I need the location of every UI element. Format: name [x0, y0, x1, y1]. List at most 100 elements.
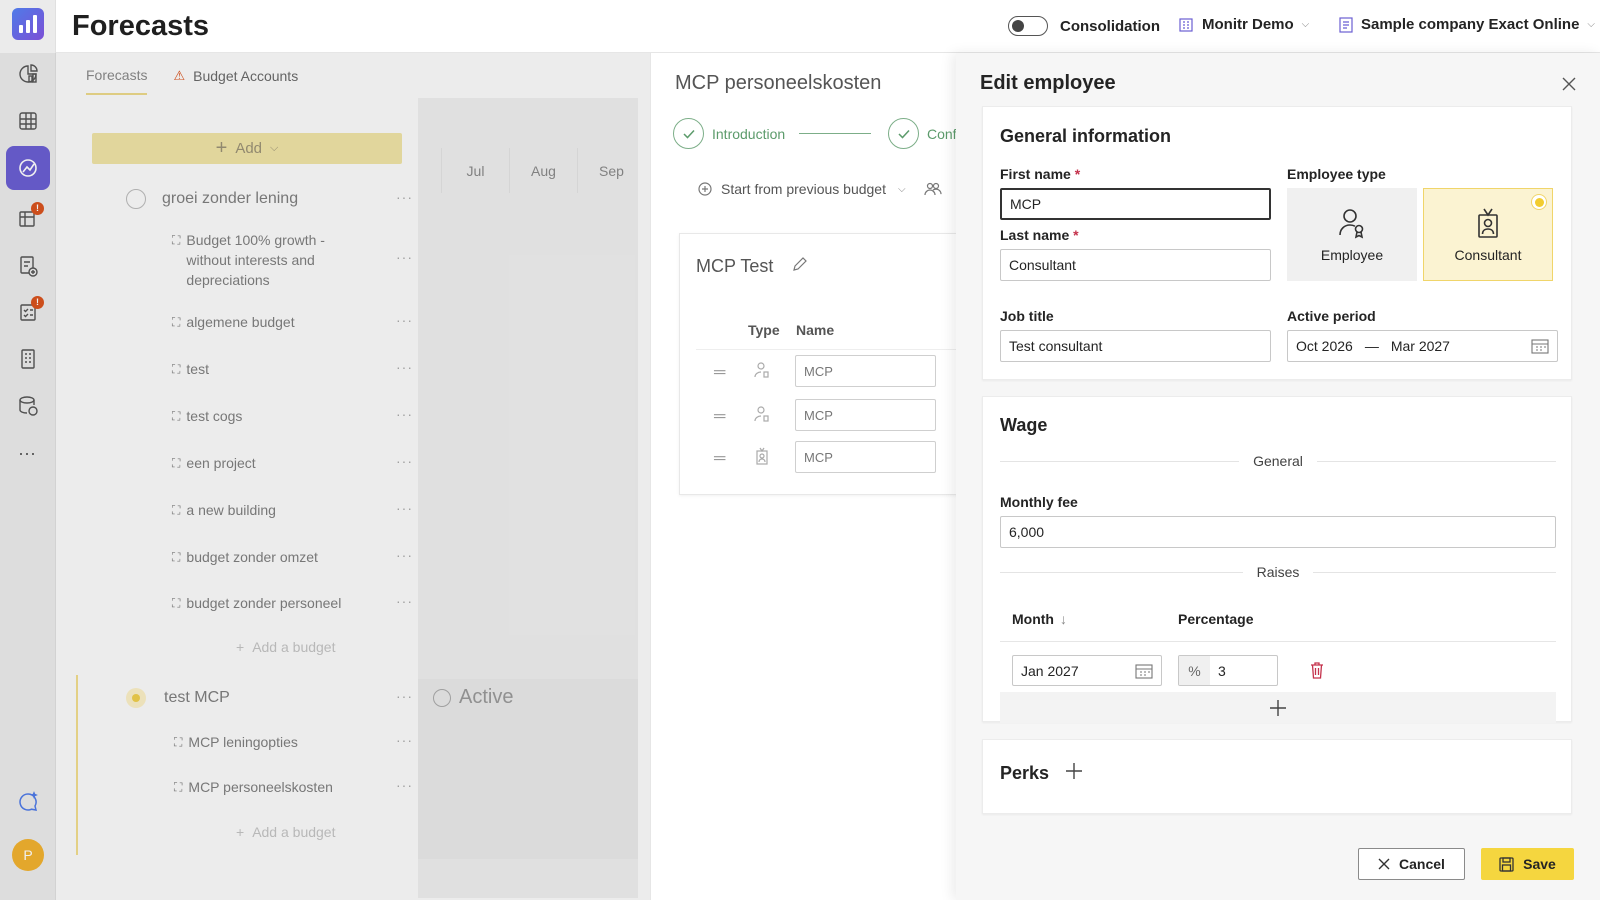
button-label: Cancel [1399, 856, 1445, 872]
first-name-input[interactable]: MCP [1000, 188, 1271, 220]
calendar-icon[interactable] [1135, 663, 1153, 679]
save-icon [1499, 856, 1514, 872]
raise-month-picker[interactable]: Jan 2027 [1012, 655, 1162, 686]
start-from-label: Start from previous budget [721, 181, 886, 197]
last-name-label: Last name * [1000, 227, 1079, 243]
panel-title: Edit employee [980, 72, 1116, 94]
people-icon [923, 182, 942, 196]
employee-type-label: Employee type [1287, 166, 1386, 182]
page-title: Forecasts [72, 10, 210, 42]
copy-icon [698, 182, 712, 196]
chevron-down-icon: ⌵ [1301, 19, 1310, 30]
required-mark: * [1073, 227, 1079, 243]
general-info-card: General information First name * MCP Las… [982, 106, 1572, 380]
consolidation-toggle-group[interactable]: Consolidation [1008, 16, 1160, 36]
raise-percentage-input[interactable]: % 3 [1178, 655, 1278, 686]
workspace-name: Monitr Demo [1202, 16, 1294, 33]
start-from-dropdown[interactable]: Start from previous budget ⌵ [697, 181, 942, 197]
company-name: Sample company Exact Online [1361, 16, 1580, 33]
add-perk-button[interactable] [1065, 762, 1083, 780]
divider-label: Raises [1256, 564, 1300, 580]
required-mark: * [1074, 166, 1081, 182]
top-bar: Forecasts Consolidation Monitr Demo ⌵ Sa… [56, 0, 1600, 53]
active-period-picker[interactable]: Oct 2026 — Mar 2027 [1287, 330, 1558, 362]
monthly-fee-label: Monthly fee [1000, 494, 1078, 510]
active-period-label: Active period [1287, 308, 1376, 324]
id-badge-icon [1478, 208, 1498, 238]
check-icon [673, 118, 704, 149]
step-label: Conf [927, 125, 956, 142]
cancel-button[interactable]: Cancel [1358, 848, 1465, 880]
budget-wizard-panel: MCP personeelskosten Introduction Conf S… [650, 53, 956, 900]
section-heading: Perks [1000, 763, 1050, 783]
document-icon [1339, 16, 1353, 33]
col-type: Type [748, 322, 780, 338]
person-icon [754, 361, 770, 379]
chevron-down-icon: ⌵ [897, 183, 906, 195]
period-separator: — [1364, 338, 1379, 354]
job-title-input[interactable]: Test consultant [1000, 330, 1271, 362]
card-title: MCP Test [696, 256, 774, 276]
calendar-icon[interactable] [1531, 338, 1549, 354]
employee-name-input[interactable]: MCP [795, 441, 936, 473]
first-name-label: First name * [1000, 166, 1080, 182]
panel-title: MCP personeelskosten [675, 72, 882, 94]
save-button[interactable]: Save [1481, 848, 1574, 880]
step-introduction[interactable]: Introduction [673, 118, 872, 149]
perks-card: Perks [982, 739, 1572, 814]
chevron-down-icon: ⌵ [1587, 19, 1596, 30]
plus-icon [1066, 763, 1082, 779]
sort-down-icon: ↓ [1059, 611, 1067, 627]
app-logo[interactable] [12, 8, 44, 40]
period-end: Mar 2027 [1390, 338, 1450, 354]
column-label: Month [1012, 611, 1054, 627]
edit-employee-panel: Edit employee General information First … [956, 53, 1600, 900]
divider-label: General [1253, 453, 1303, 469]
section-heading: General information [1000, 126, 1172, 146]
step-configure[interactable]: Conf [888, 118, 956, 149]
label-text: Last name [1000, 227, 1070, 243]
tile-label: Consultant [1454, 246, 1522, 263]
raises-divider: Raises [1000, 564, 1557, 580]
person-badge-icon [1339, 208, 1364, 238]
section-heading: Wage [1000, 415, 1048, 435]
employee-name-input[interactable]: MCP [795, 355, 936, 387]
month-column-header[interactable]: Month ↓ [1012, 611, 1067, 627]
percent-prefix: % [1179, 656, 1210, 685]
tile-label: Employee [1320, 246, 1384, 263]
edit-pencil-icon[interactable] [792, 256, 808, 272]
person-icon [754, 405, 770, 423]
general-divider: General [1000, 453, 1556, 469]
close-icon [1378, 858, 1390, 870]
add-raise-button[interactable] [1000, 692, 1556, 723]
consolidation-label: Consolidation [1060, 17, 1160, 35]
drag-handle-icon[interactable]: ═ [714, 408, 725, 426]
employee-name-input[interactable]: MCP [795, 399, 936, 431]
col-name: Name [796, 322, 835, 338]
check-icon [888, 118, 919, 149]
employee-list-card: MCP Test Type Name ═ MCP ═ MCP ═ MCP [679, 233, 956, 495]
period-start: Oct 2026 [1296, 338, 1353, 354]
employee-type-option-consultant[interactable]: Consultant [1423, 188, 1553, 281]
company-selector[interactable]: Sample company Exact Online ⌵ [1339, 16, 1595, 33]
delete-icon[interactable] [1310, 661, 1324, 679]
last-name-input[interactable]: Consultant [1000, 249, 1271, 281]
workspace-selector[interactable]: Monitr Demo ⌵ [1178, 16, 1309, 33]
step-connector [799, 133, 872, 134]
drag-handle-icon[interactable]: ═ [714, 364, 725, 382]
job-title-label: Job title [1000, 308, 1054, 324]
close-icon[interactable] [1562, 77, 1576, 91]
employee-type-option-employee[interactable]: Employee [1287, 188, 1417, 281]
badge-icon [755, 447, 769, 465]
monthly-fee-input[interactable]: 6,000 [1000, 516, 1556, 548]
raise-month-value: Jan 2027 [1021, 662, 1079, 679]
modal-overlay [0, 53, 650, 900]
percentage-column-header: Percentage [1178, 611, 1254, 627]
button-label: Save [1523, 856, 1556, 872]
radio-selected-indicator [1531, 194, 1547, 210]
drag-handle-icon[interactable]: ═ [714, 450, 725, 468]
wage-card: Wage General Monthly fee 6,000 Raises Mo… [982, 396, 1572, 723]
consolidation-toggle[interactable] [1008, 16, 1048, 36]
percentage-value: 3 [1218, 662, 1226, 679]
label-text: First name [1000, 166, 1071, 182]
